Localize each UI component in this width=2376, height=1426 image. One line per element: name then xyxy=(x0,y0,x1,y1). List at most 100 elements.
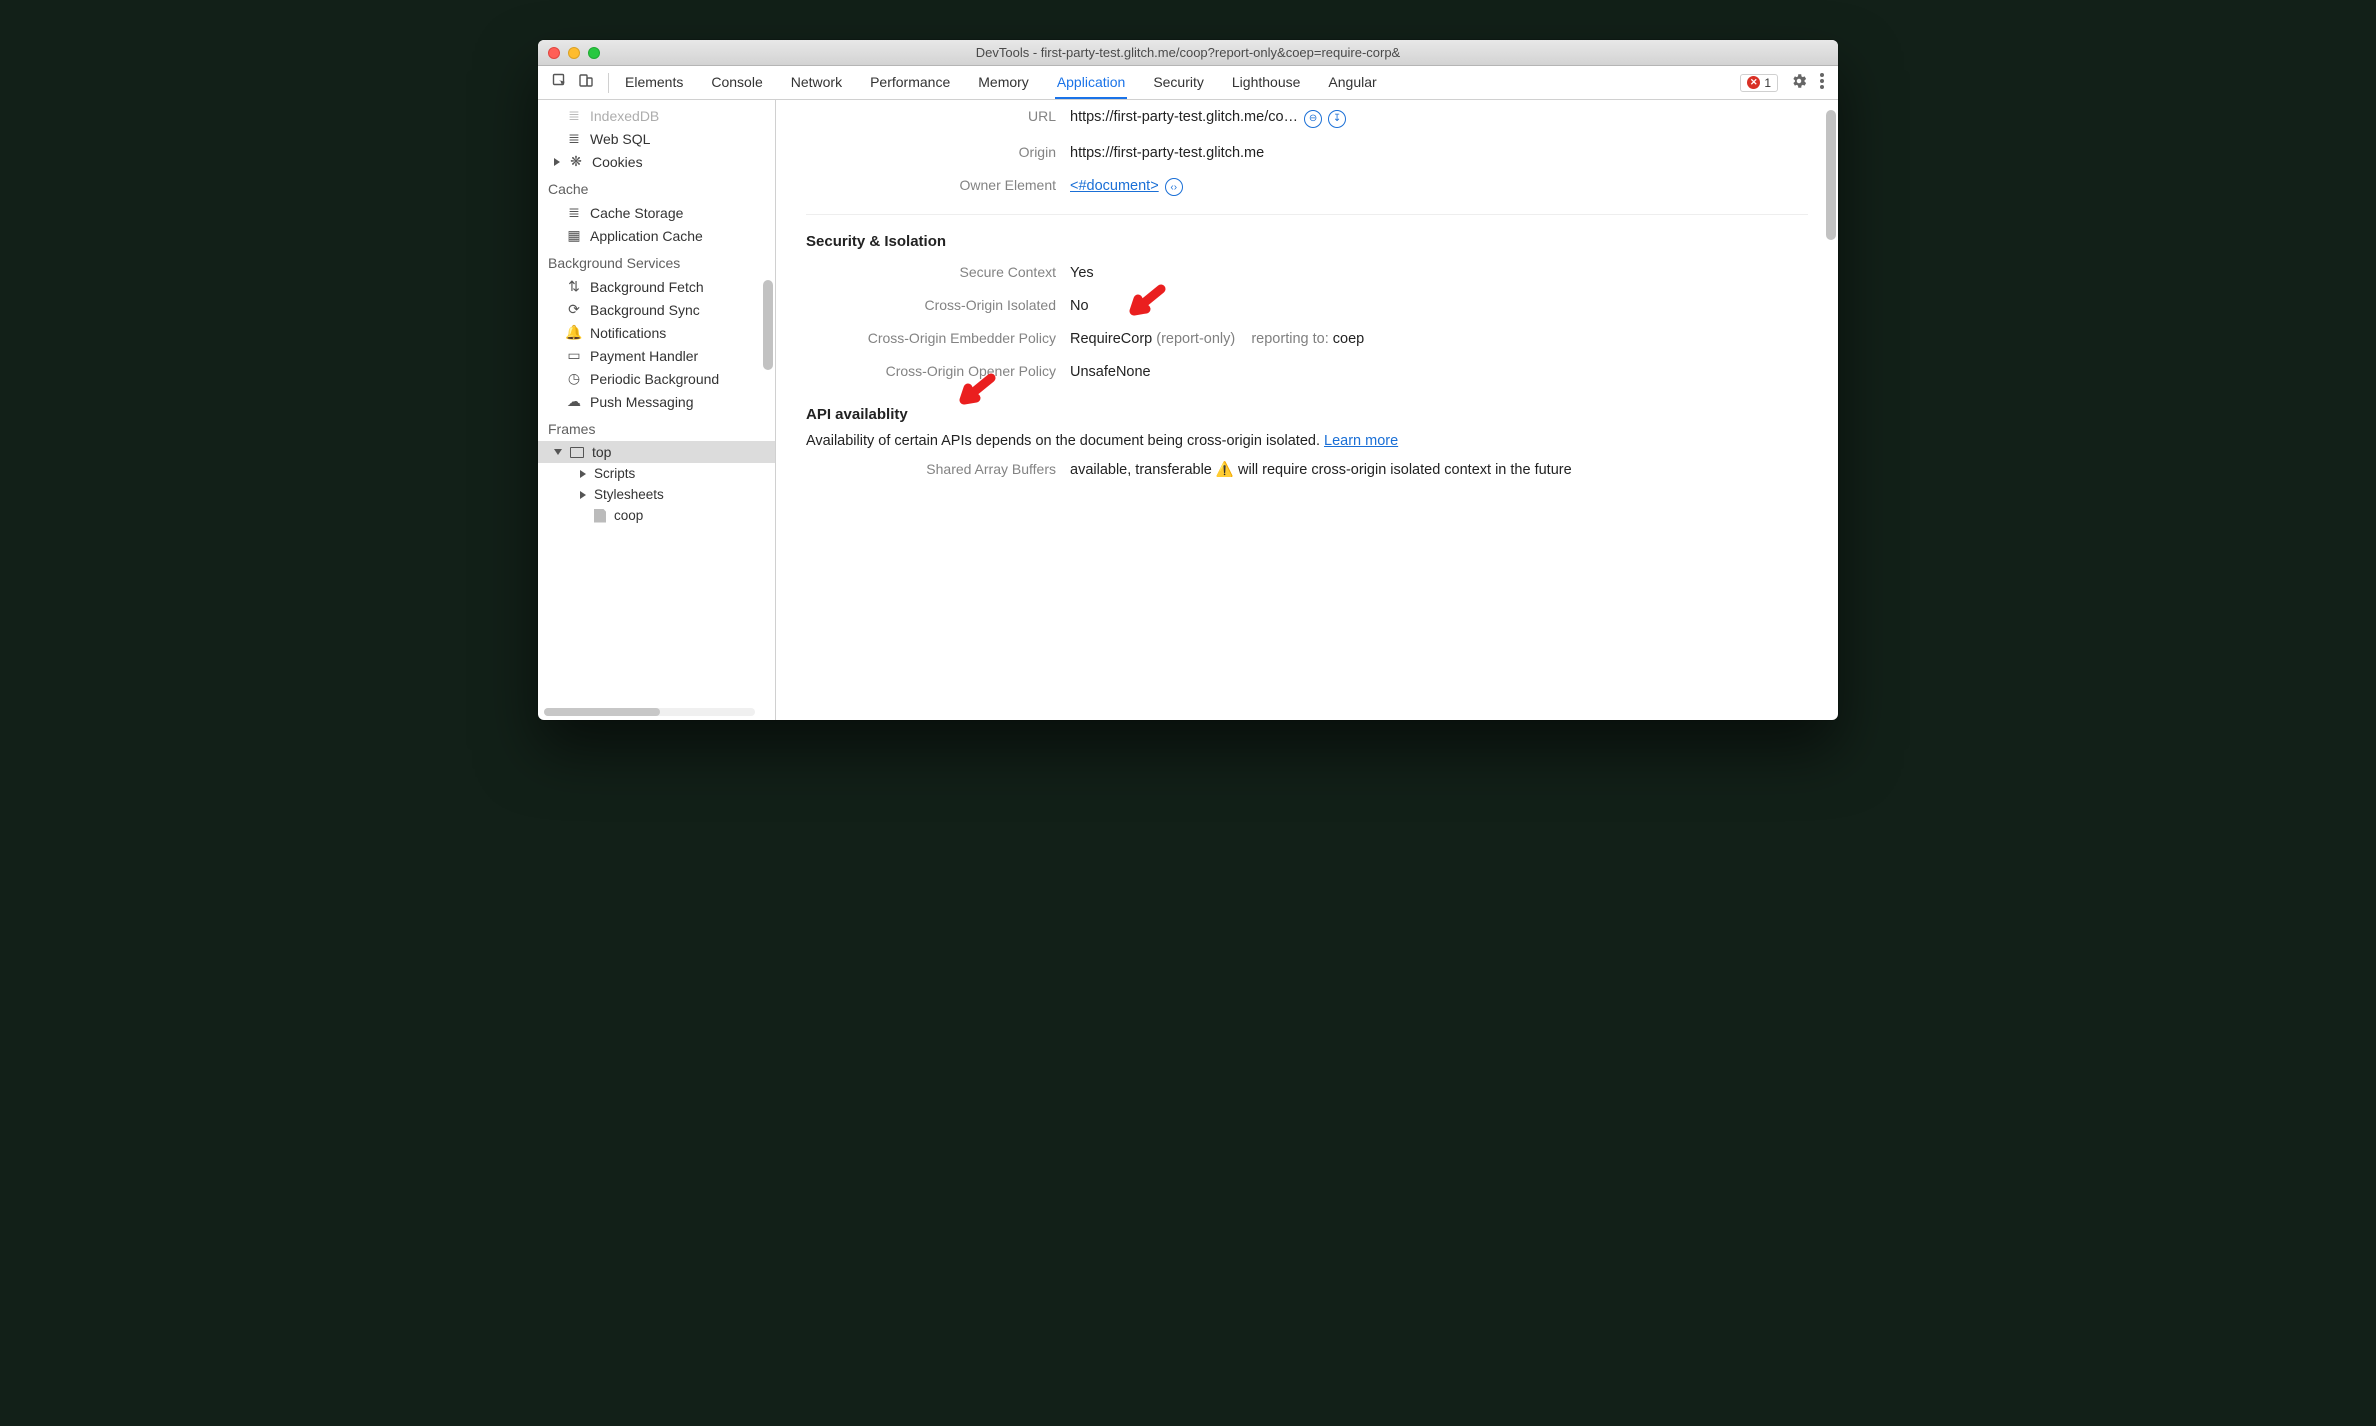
sidebar-scrollbar[interactable] xyxy=(761,100,775,720)
cloud-icon: ☁ xyxy=(566,393,582,410)
tab-application[interactable]: Application xyxy=(1055,67,1128,99)
sidebar-item-websql[interactable]: ≣ Web SQL xyxy=(538,127,775,150)
settings-icon[interactable] xyxy=(1790,72,1808,93)
chevron-right-icon xyxy=(580,491,586,499)
copy-icon[interactable]: ⊖ xyxy=(1304,110,1322,128)
sidebar-item-indexeddb[interactable]: ≣ IndexedDB xyxy=(538,104,775,127)
sidebar-item-background-fetch[interactable]: ⇅ Background Fetch xyxy=(538,275,775,298)
sidebar-item-application-cache[interactable]: ▦ Application Cache xyxy=(538,224,775,247)
coep-reporting-label: reporting to: xyxy=(1251,331,1328,347)
chevron-down-icon xyxy=(554,449,562,455)
tab-network[interactable]: Network xyxy=(789,67,844,99)
sidebar-item-label: Notifications xyxy=(590,325,666,341)
database-icon: ≣ xyxy=(566,130,582,147)
more-icon[interactable] xyxy=(1820,73,1824,92)
sidebar-item-label: top xyxy=(592,444,611,460)
separator xyxy=(608,73,609,93)
sidebar-item-notifications[interactable]: 🔔 Notifications xyxy=(538,321,775,344)
sidebar-item-background-sync[interactable]: ⟳ Background Sync xyxy=(538,298,775,321)
sidebar-group-frames: Frames xyxy=(538,413,775,441)
inspect-icon[interactable] xyxy=(552,73,568,92)
grid-icon: ▦ xyxy=(566,227,582,244)
content-scrollbar[interactable] xyxy=(1826,110,1836,240)
coop-label: Cross-Origin Opener Policy xyxy=(806,363,1056,379)
sidebar-item-label: Periodic Background xyxy=(590,371,719,387)
coep-aside: (report-only) xyxy=(1156,331,1235,347)
error-count: 1 xyxy=(1764,76,1771,90)
open-icon[interactable]: ↧ xyxy=(1328,110,1346,128)
clock-icon: ◷ xyxy=(566,370,582,387)
minimize-window-button[interactable] xyxy=(568,47,580,59)
cross-origin-isolated-value: No xyxy=(1070,298,1808,314)
secure-context-value: Yes xyxy=(1070,265,1808,281)
owner-element-link[interactable]: <#document> xyxy=(1070,178,1159,194)
tab-memory[interactable]: Memory xyxy=(976,67,1031,99)
titlebar: DevTools - first-party-test.glitch.me/co… xyxy=(538,40,1838,66)
security-heading: Security & Isolation xyxy=(806,215,1808,256)
coep-endpoint: coep xyxy=(1333,331,1364,347)
chevron-right-icon xyxy=(554,158,560,166)
sidebar-group-cache: Cache xyxy=(538,173,775,201)
origin-value: https://first-party-test.glitch.me xyxy=(1070,145,1808,161)
sidebar-item-label: coop xyxy=(614,508,643,523)
frame-detail-panel: URL https://first-party-test.glitch.me/c… xyxy=(776,100,1838,720)
origin-label: Origin xyxy=(806,144,1056,160)
learn-more-link[interactable]: Learn more xyxy=(1324,433,1398,449)
tab-security[interactable]: Security xyxy=(1151,67,1206,99)
secure-context-label: Secure Context xyxy=(806,264,1056,280)
sidebar-group-background: Background Services xyxy=(538,247,775,275)
sidebar-item-label: Scripts xyxy=(594,466,635,481)
sidebar-item-stylesheets[interactable]: Stylesheets xyxy=(538,484,775,505)
url-value: https://first-party-test.glitch.me/co… xyxy=(1070,109,1298,125)
sidebar-item-label: Stylesheets xyxy=(594,487,664,502)
sidebar-item-push-messaging[interactable]: ☁ Push Messaging xyxy=(538,390,775,413)
sidebar-item-periodic-background[interactable]: ◷ Periodic Background xyxy=(538,367,775,390)
sidebar-item-label: Cache Storage xyxy=(590,205,683,221)
sidebar-item-payment-handler[interactable]: ▭ Payment Handler xyxy=(538,344,775,367)
application-sidebar: ≣ IndexedDB ≣ Web SQL ❋ Cookies Cache ≣ … xyxy=(538,100,776,720)
window-controls xyxy=(548,47,600,59)
close-window-button[interactable] xyxy=(548,47,560,59)
cookie-icon: ❋ xyxy=(568,153,584,170)
tab-lighthouse[interactable]: Lighthouse xyxy=(1230,67,1303,99)
tab-performance[interactable]: Performance xyxy=(868,67,952,99)
sidebar-horizontal-scrollbar[interactable] xyxy=(544,708,755,716)
sidebar-item-frame-top[interactable]: top xyxy=(538,441,775,463)
devtools-toolbar: Elements Console Network Performance Mem… xyxy=(538,66,1838,100)
error-count-badge[interactable]: ✕ 1 xyxy=(1740,74,1778,92)
api-availability-description: Availability of certain APIs depends on … xyxy=(806,433,1324,449)
sidebar-item-label: Payment Handler xyxy=(590,348,698,364)
url-label: URL xyxy=(806,108,1056,124)
sidebar-item-label: Push Messaging xyxy=(590,394,694,410)
panel-tabs: Elements Console Network Performance Mem… xyxy=(615,67,1732,99)
devtools-window: DevTools - first-party-test.glitch.me/co… xyxy=(538,40,1838,720)
cross-origin-isolated-label: Cross-Origin Isolated xyxy=(806,297,1056,313)
fullscreen-window-button[interactable] xyxy=(588,47,600,59)
file-icon xyxy=(594,509,606,523)
sync-icon: ⟳ xyxy=(566,301,582,318)
bell-icon: 🔔 xyxy=(566,324,582,341)
card-icon: ▭ xyxy=(566,347,582,364)
sidebar-item-label: Web SQL xyxy=(590,131,650,147)
sidebar-item-label: IndexedDB xyxy=(590,108,659,124)
sidebar-item-scripts[interactable]: Scripts xyxy=(538,463,775,484)
sidebar-item-cookies[interactable]: ❋ Cookies xyxy=(538,150,775,173)
tab-elements[interactable]: Elements xyxy=(623,67,685,99)
sidebar-item-label: Background Fetch xyxy=(590,279,704,295)
warning-icon: ⚠️ xyxy=(1216,462,1234,478)
error-icon: ✕ xyxy=(1747,76,1760,89)
sidebar-item-label: Application Cache xyxy=(590,228,703,244)
window-title: DevTools - first-party-test.glitch.me/co… xyxy=(538,45,1838,60)
sidebar-item-cache-storage[interactable]: ≣ Cache Storage xyxy=(538,201,775,224)
sidebar-item-label: Cookies xyxy=(592,154,643,170)
database-icon: ≣ xyxy=(566,107,582,124)
reveal-icon[interactable]: ‹› xyxy=(1165,178,1183,196)
sidebar-item-file-coop[interactable]: coop xyxy=(538,505,775,526)
frame-icon xyxy=(570,447,584,458)
tab-console[interactable]: Console xyxy=(709,67,764,99)
owner-label: Owner Element xyxy=(806,177,1056,193)
api-availability-heading: API availablity xyxy=(806,388,1808,429)
tab-angular[interactable]: Angular xyxy=(1326,67,1378,99)
coep-value: RequireCorp xyxy=(1070,331,1152,347)
device-mode-icon[interactable] xyxy=(578,73,594,92)
